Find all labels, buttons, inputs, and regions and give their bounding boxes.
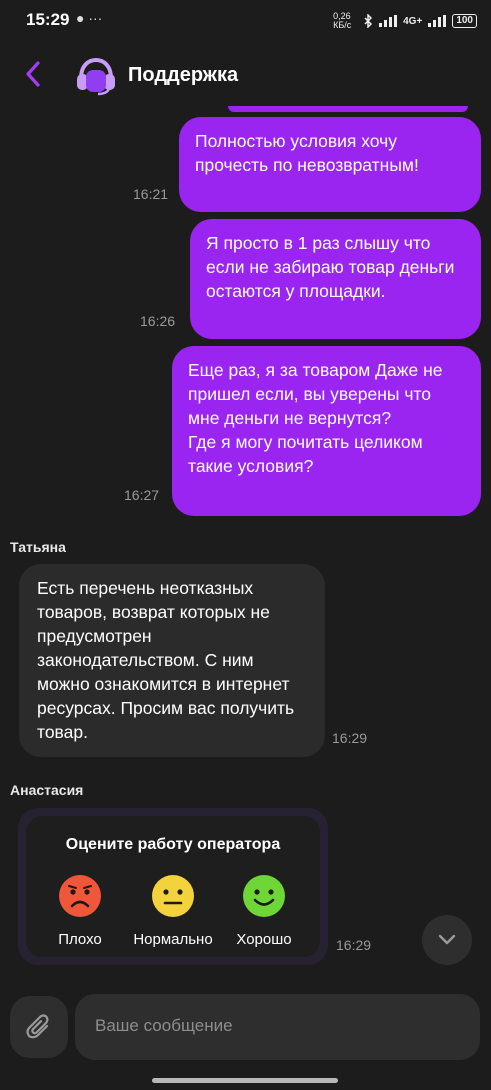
neutral-face-icon — [152, 875, 194, 917]
outgoing-message[interactable]: Я просто в 1 раз слышу что если не забир… — [190, 219, 481, 339]
attach-button[interactable] — [10, 996, 68, 1058]
battery-icon: 100 — [452, 14, 477, 28]
rating-title: Оцените работу оператора — [65, 836, 281, 853]
rating-widget: Оцените работу оператора Плохо Нормально — [18, 808, 328, 965]
message-text: Есть перечень неотказных товаров, возвра… — [37, 578, 295, 742]
support-avatar — [74, 56, 118, 96]
rating-label: Плохо — [58, 931, 102, 948]
chevron-down-icon — [438, 934, 456, 945]
network-type: 4G+ — [403, 15, 423, 27]
signal-icon-2 — [428, 15, 447, 27]
message-text: Еще раз, я за товаром Даже не пришел есл… — [188, 360, 443, 476]
status-right-icons: 0,26 КБ/с 4G+ 100 — [333, 12, 477, 30]
sender-name: Анастасия — [10, 782, 84, 798]
sender-name: Татьяна — [10, 539, 66, 555]
chevron-left-icon — [26, 61, 40, 87]
incoming-message[interactable]: Есть перечень неотказных товаров, возвра… — [19, 564, 325, 757]
message-input[interactable]: Ваше сообщение — [75, 994, 480, 1060]
status-bar: 15:29 ● ··· 0,26 КБ/с 4G+ 100 — [0, 0, 491, 44]
message-time: 16:27 — [124, 487, 160, 503]
status-time: 15:29 — [26, 10, 70, 29]
happy-face-icon — [243, 875, 285, 917]
sad-face-icon — [59, 875, 101, 917]
headset-icon — [77, 57, 115, 96]
back-button[interactable] — [18, 58, 50, 90]
rating-option-good[interactable]: Хорошо — [214, 874, 314, 950]
outgoing-message[interactable]: Полностью условия хочу прочесть по невоз… — [179, 117, 481, 212]
message-time: 16:29 — [332, 730, 368, 746]
rating-option-bad[interactable]: Плохо — [30, 874, 130, 950]
net-speed: 0,26 КБ/с — [333, 11, 352, 30]
message-text: Я просто в 1 раз слышу что если не забир… — [206, 233, 455, 301]
outgoing-message[interactable]: Еще раз, я за товаром Даже не пришел есл… — [172, 346, 481, 516]
notification-icons: ● ··· — [76, 10, 103, 26]
message-time: 16:26 — [140, 313, 176, 329]
home-indicator[interactable] — [152, 1078, 338, 1083]
rating-label: Нормально — [133, 931, 213, 948]
paperclip-icon — [26, 1014, 49, 1039]
rating-label: Хорошо — [236, 931, 292, 948]
message-text: Полностью условия хочу прочесть по невоз… — [195, 131, 419, 175]
message-input-placeholder: Ваше сообщение — [95, 1016, 233, 1035]
page-title: Поддержка — [128, 64, 239, 86]
scroll-down-button[interactable] — [422, 915, 472, 965]
message-time: 16:21 — [133, 186, 169, 202]
signal-icon — [379, 15, 398, 27]
chat-header: Поддержка — [0, 44, 491, 108]
rating-option-normal[interactable]: Нормально — [123, 874, 223, 950]
previous-message-edge — [228, 106, 468, 112]
rating-card: Оцените работу оператора Плохо Нормально — [26, 816, 320, 957]
bluetooth-icon — [364, 14, 373, 28]
message-time: 16:29 — [336, 937, 372, 953]
